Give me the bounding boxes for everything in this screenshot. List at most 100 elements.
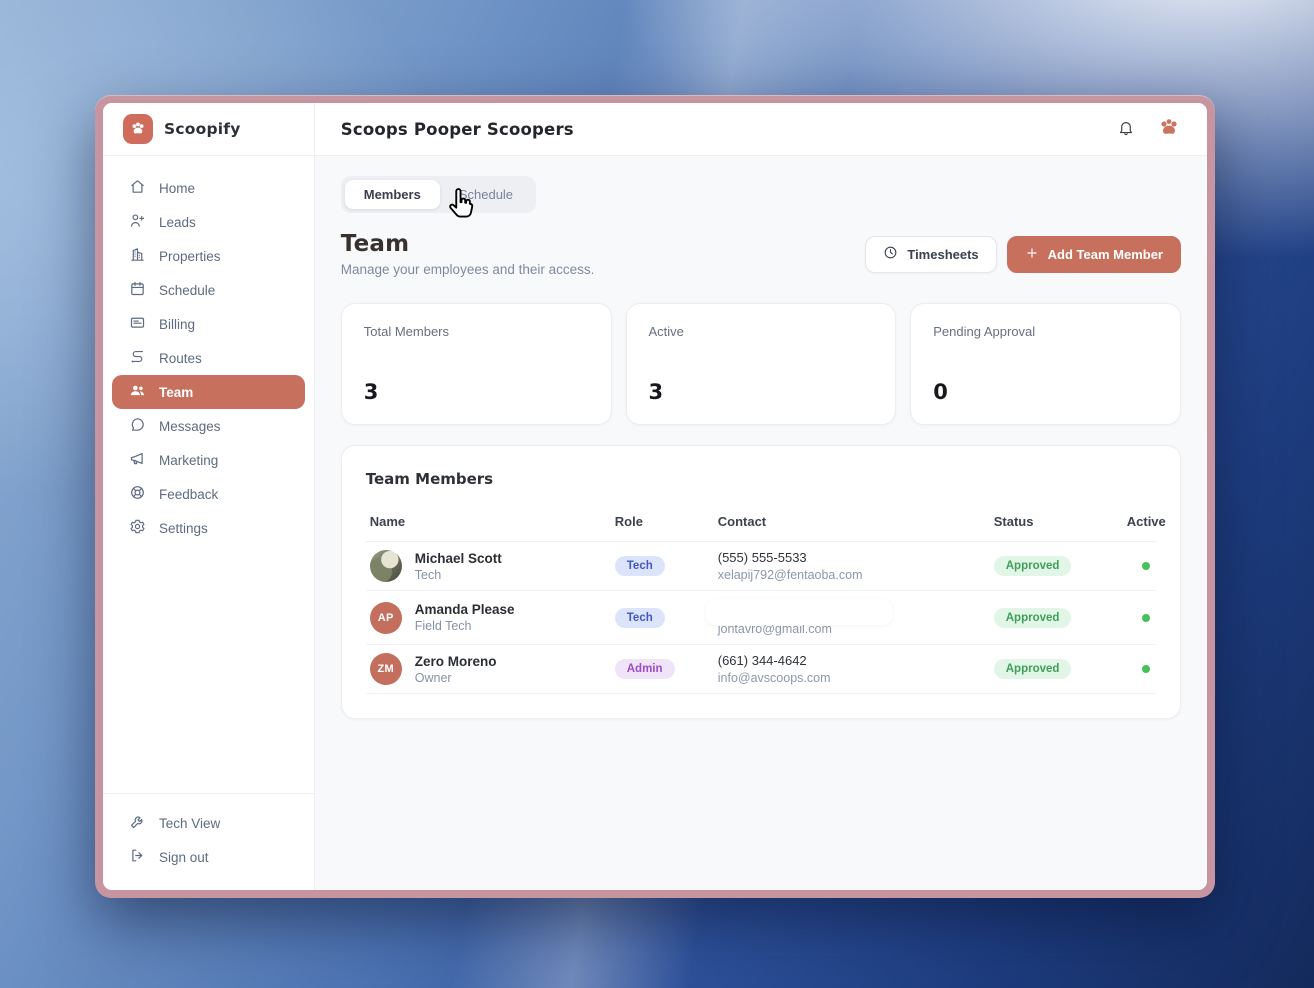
timesheets-button[interactable]: Timesheets: [865, 236, 996, 273]
member-name: Zero Moreno: [415, 654, 497, 669]
sidebar-item-messages[interactable]: Messages: [112, 409, 305, 443]
member-name-cell: ZM Zero Moreno Owner: [370, 653, 615, 685]
paw-icon: [123, 114, 153, 144]
page-actions: Timesheets Add Team Member: [865, 236, 1181, 273]
avatar: AP: [370, 602, 402, 634]
bell-icon: [1117, 119, 1135, 140]
column-header-role: Role: [615, 514, 718, 529]
member-name-cell: AP Amanda Please Field Tech: [370, 602, 615, 634]
sidebar-item-marketing[interactable]: Marketing: [112, 443, 305, 477]
sidebar-item-leads[interactable]: Leads: [112, 205, 305, 239]
clock-icon: [883, 245, 898, 263]
sidebar-item-home[interactable]: Home: [112, 171, 305, 205]
add-team-member-label: Add Team Member: [1048, 247, 1163, 262]
member-email: info@avscoops.com: [718, 671, 994, 685]
sign-out-icon: [129, 847, 146, 867]
member-email: xelapij792@fentaoba.com: [718, 568, 994, 582]
profile-avatar[interactable]: [1157, 116, 1181, 143]
member-name: Michael Scott: [415, 551, 502, 566]
status-badge: Approved: [994, 556, 1072, 576]
life-ring-icon: [129, 484, 146, 504]
column-header-active: Active: [1127, 514, 1166, 529]
sidebar-item-label: Properties: [159, 249, 221, 264]
table-title: Team Members: [366, 470, 1156, 488]
sidebar-item-label: Messages: [159, 419, 221, 434]
table-row[interactable]: AP Amanda Please Field Tech Tech jontavr…: [366, 591, 1156, 645]
sidebar-item-label: Team: [159, 385, 193, 400]
member-name: Amanda Please: [415, 602, 515, 617]
tab-bar: Members Schedule: [341, 176, 536, 213]
member-phone: (661) 344-4642: [718, 653, 994, 668]
sidebar-item-label: Home: [159, 181, 195, 196]
notifications-button[interactable]: [1117, 119, 1135, 140]
active-status-dot: [1142, 614, 1150, 622]
active-status-dot: [1142, 665, 1150, 673]
calendar-icon: [129, 280, 146, 300]
chat-icon: [129, 416, 146, 436]
role-badge: Tech: [615, 608, 665, 628]
content-area: Members Schedule Team Manage your employ…: [315, 156, 1207, 890]
sidebar-item-routes[interactable]: Routes: [112, 341, 305, 375]
app-frame: Scoopify Home Leads Properties Schedul: [103, 103, 1207, 890]
gear-icon: [129, 518, 146, 538]
sidebar-item-label: Marketing: [159, 453, 218, 468]
topbar-actions: [1117, 116, 1181, 143]
brand-name: Scoopify: [164, 120, 241, 138]
stat-value: 0: [933, 380, 1158, 404]
column-header-status: Status: [994, 514, 1127, 529]
table-header-row: Name Role Contact Status Active: [366, 508, 1156, 542]
app-window: Scoopify Home Leads Properties Schedul: [95, 95, 1215, 898]
main-panel: Scoops Pooper Scoopers Members Schedule: [315, 103, 1207, 890]
brand: Scoopify: [103, 103, 314, 156]
sidebar-item-label: Routes: [159, 351, 202, 366]
sidebar-item-label: Leads: [159, 215, 196, 230]
stat-label: Active: [649, 324, 874, 339]
sidebar-item-sign-out[interactable]: Sign out: [112, 840, 305, 874]
stat-card-total-members: Total Members 3: [341, 303, 612, 425]
role-badge: Admin: [615, 659, 675, 679]
sidebar-item-label: Tech View: [159, 816, 220, 831]
page-title: Team: [341, 231, 595, 257]
member-role-subtitle: Field Tech: [415, 619, 515, 633]
sidebar-footer: Tech View Sign out: [103, 793, 314, 890]
home-icon: [129, 178, 146, 198]
team-members-card: Team Members Name Role Contact Status Ac…: [341, 445, 1181, 719]
tab-schedule[interactable]: Schedule: [440, 180, 532, 209]
table-row[interactable]: Michael Scott Tech Tech (555) 555-5533 x…: [366, 542, 1156, 591]
member-role-subtitle: Owner: [415, 671, 497, 685]
stat-label: Total Members: [364, 324, 589, 339]
stat-label: Pending Approval: [933, 324, 1158, 339]
megaphone-icon: [129, 450, 146, 470]
sidebar-nav: Home Leads Properties Schedule Billing: [103, 156, 314, 793]
sidebar: Scoopify Home Leads Properties Schedul: [103, 103, 315, 890]
topbar: Scoops Pooper Scoopers: [315, 103, 1207, 156]
stat-card-active: Active 3: [626, 303, 897, 425]
page-title-block: Team Manage your employees and their acc…: [341, 231, 595, 277]
member-phone: (555) 555-5533: [718, 550, 994, 565]
timesheets-label: Timesheets: [907, 247, 978, 262]
sidebar-item-feedback[interactable]: Feedback: [112, 477, 305, 511]
add-team-member-button[interactable]: Add Team Member: [1007, 236, 1181, 273]
sidebar-item-settings[interactable]: Settings: [112, 511, 305, 545]
tab-members[interactable]: Members: [345, 180, 440, 209]
plus-icon: [1025, 246, 1039, 263]
table-row[interactable]: ZM Zero Moreno Owner Admin (661) 344-464…: [366, 645, 1156, 694]
redacted-phone-overlay: [706, 599, 892, 625]
sidebar-item-label: Billing: [159, 317, 195, 332]
member-role-subtitle: Tech: [415, 568, 502, 582]
stat-value: 3: [649, 380, 874, 404]
sidebar-item-team[interactable]: Team: [112, 375, 305, 409]
building-icon: [129, 246, 146, 266]
sidebar-item-label: Feedback: [159, 487, 218, 502]
stat-card-pending-approval: Pending Approval 0: [910, 303, 1181, 425]
sidebar-item-tech-view[interactable]: Tech View: [112, 806, 305, 840]
avatar: ZM: [370, 653, 402, 685]
status-badge: Approved: [994, 608, 1072, 628]
sidebar-item-label: Sign out: [159, 850, 209, 865]
sidebar-item-properties[interactable]: Properties: [112, 239, 305, 273]
sidebar-item-label: Settings: [159, 521, 208, 536]
sidebar-item-schedule[interactable]: Schedule: [112, 273, 305, 307]
sidebar-item-label: Schedule: [159, 283, 215, 298]
page-subtitle: Manage your employees and their access.: [341, 262, 595, 277]
sidebar-item-billing[interactable]: Billing: [112, 307, 305, 341]
